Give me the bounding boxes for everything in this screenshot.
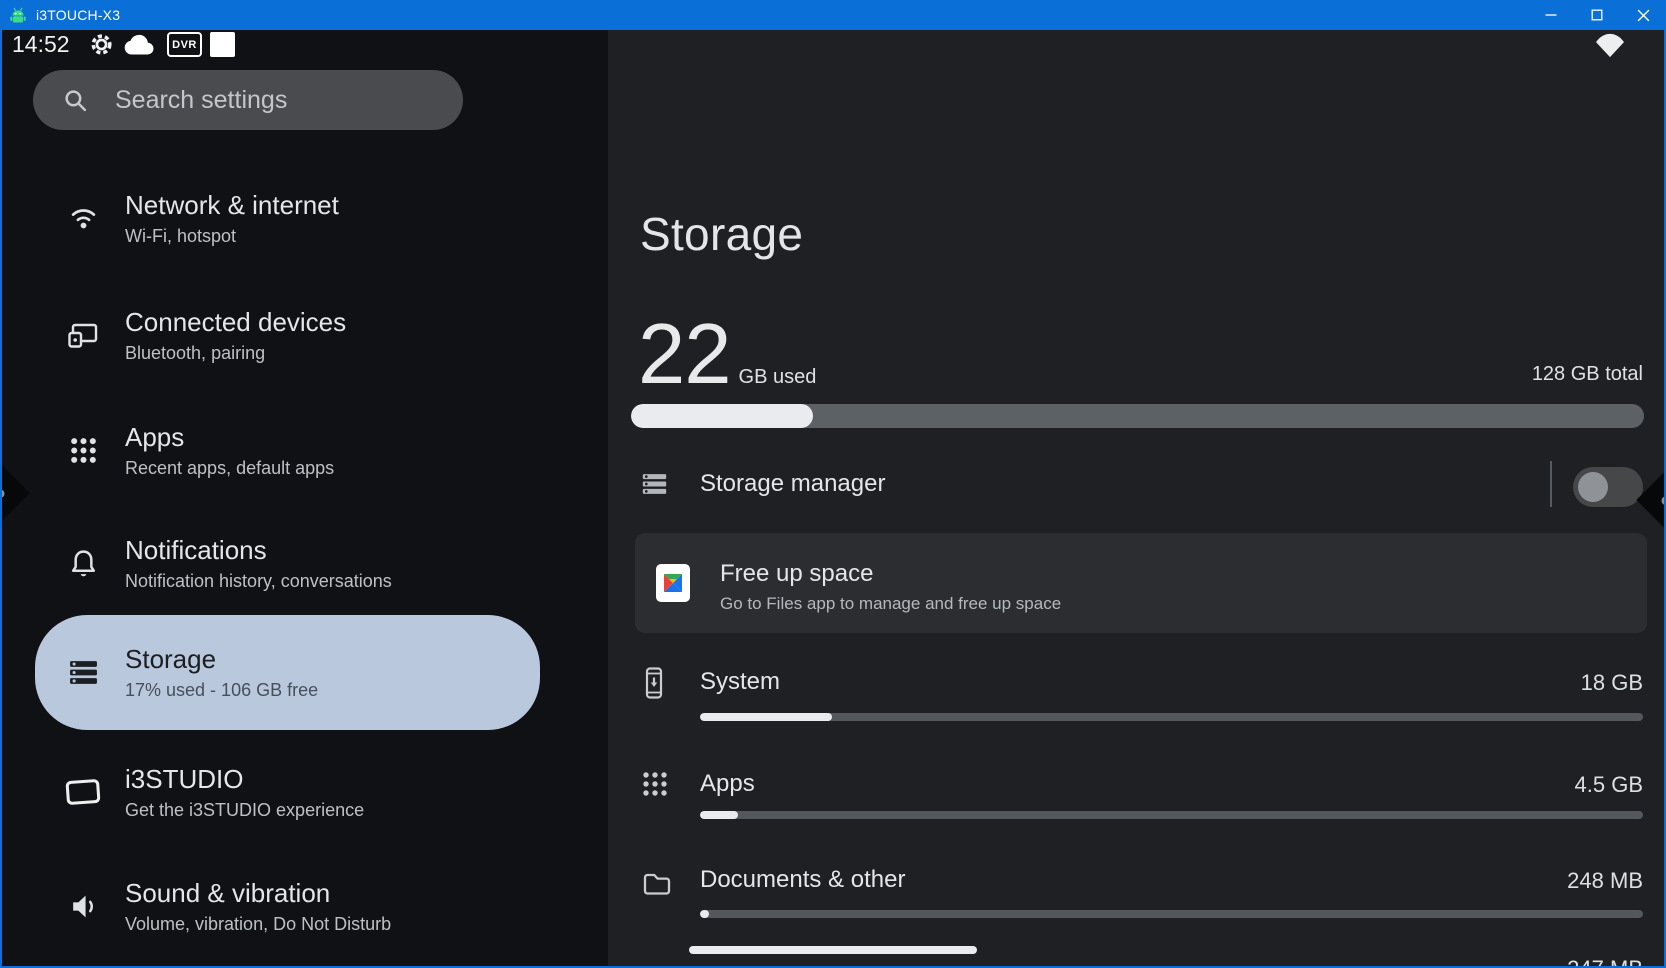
category-usage-bar [700,713,1643,721]
storage-manager-label: Storage manager [700,470,885,498]
speaker-icon [63,891,103,922]
partial-progress-line [689,946,977,954]
sidebar-item-notifications[interactable]: Notifications Notification history, conve… [35,518,540,608]
dvr-label: DVR [172,39,197,51]
sidebar-item-network-internet[interactable]: Network & internet Wi-Fi, hotspot [35,173,540,263]
bell-icon [63,547,103,580]
status-time: 14:52 [12,31,70,58]
category-usage-bar [700,910,1643,918]
wifi-icon [63,202,103,234]
cloud-icon [122,33,157,62]
sidebar-item-label: i3STUDIO [125,764,364,794]
toggle-thumb [1578,472,1608,502]
sidebar-item-sublabel: Bluetooth, pairing [125,342,346,364]
sidebar-item-label: Network & internet [125,190,339,220]
storage-used-summary: 22 GB used [638,312,816,397]
category-usage-fill [700,910,709,918]
used-amount: 22 [638,312,731,397]
window-title: i3TOUCH-X3 [36,7,120,23]
sidebar-item-storage[interactable]: Storage 17% used - 106 GB free [35,615,540,730]
storage-manager-toggle[interactable] [1573,467,1643,507]
minimize-button[interactable] [1528,0,1574,30]
sidebar-item-i3studio[interactable]: i3STUDIO Get the i3STUDIO experience [35,747,540,837]
total-storage: 128 GB total [1532,363,1643,386]
close-icon [1637,9,1650,22]
free-up-space-card[interactable]: Free up space Go to Files app to manage … [635,533,1647,633]
sidebar-item-connected-devices[interactable]: Connected devices Bluetooth, pairing [35,290,540,380]
category-size: 248 MB [1567,868,1643,894]
titlebar: i3TOUCH-X3 [0,0,1666,30]
files-app-icon [656,564,690,602]
sidebar-item-sublabel: 17% used - 106 GB free [125,679,318,701]
page-title: Storage [640,207,803,261]
storage-icon [63,659,103,686]
i3touch-window: i3TOUCH-X3 14:52 DVR [0,0,1666,968]
free-up-space-title: Free up space [720,560,873,588]
category-label: Documents & other [700,866,905,894]
storage-usage-bar [631,404,1644,428]
sidebar-item-apps[interactable]: Apps Recent apps, default apps [35,405,540,495]
sidebar-item-label: Sound & vibration [125,878,391,908]
window-border-left [0,30,2,966]
storage-manager-icon [641,472,668,501]
settings-gear-icon [88,31,115,63]
apps-grid-icon [641,770,669,803]
wifi-status-icon [1593,32,1627,64]
dvr-icon: DVR [167,32,202,57]
minimize-icon [1545,9,1557,21]
android-app-icon [9,7,27,24]
category-size: 4.5 GB [1575,772,1643,798]
display-icon [63,775,103,809]
free-up-space-subtitle: Go to Files app to manage and free up sp… [720,594,1061,614]
settings-search[interactable] [33,70,463,130]
search-input[interactable] [115,86,445,115]
maximize-icon [1591,9,1603,21]
category-label: Apps [700,770,755,798]
sidebar-item-label: Notifications [125,535,392,565]
sidebar-item-sublabel: Recent apps, default apps [125,457,334,479]
category-label: System [700,668,780,696]
apps-grid-icon [63,436,103,465]
sidebar-item-sublabel: Volume, vibration, Do Not Disturb [125,913,391,935]
category-usage-fill [700,811,738,819]
close-button[interactable] [1620,0,1666,30]
category-usage-fill [700,713,832,721]
maximize-button[interactable] [1574,0,1620,30]
category-usage-bar [700,811,1643,819]
sidebar-item-sound-vibration[interactable]: Sound & vibration Volume, vibration, Do N… [35,861,540,951]
sidebar-item-sublabel: Get the i3STUDIO experience [125,799,364,821]
category-size: 18 GB [1581,670,1643,696]
sidebar-item-label: Connected devices [125,307,346,337]
storage-usage-fill [631,404,813,428]
system-icon [641,666,667,705]
used-unit: GB used [739,366,817,389]
storage-manager-row[interactable]: Storage manager [631,455,1644,515]
folder-icon [641,870,671,901]
sidebar-item-sublabel: Wi-Fi, hotspot [125,225,339,247]
sidebar-item-label: Apps [125,422,334,452]
sidebar-item-sublabel: Notification history, conversations [125,570,392,592]
divider [1550,461,1552,507]
search-icon [62,87,89,114]
sidebar-item-label: Storage [125,644,318,674]
devices-icon [63,320,103,351]
cast-square-icon [210,32,235,57]
